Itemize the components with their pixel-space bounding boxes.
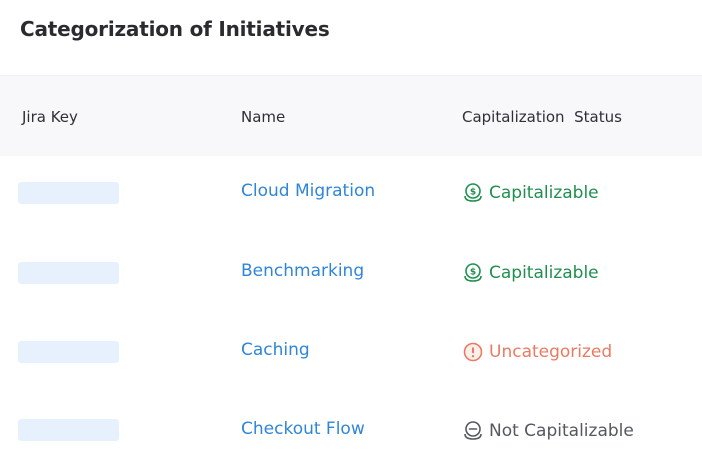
initiative-name-link[interactable]: Benchmarking xyxy=(241,261,364,281)
status-capitalizable: $ Capitalizable xyxy=(462,182,599,204)
initiative-name-link[interactable]: Caching xyxy=(241,340,310,360)
table-row: Benchmarking $ Capitalizable xyxy=(0,234,702,312)
jira-key-placeholder[interactable] xyxy=(18,262,119,284)
status-uncategorized: Uncategorized xyxy=(462,341,612,363)
svg-text:$: $ xyxy=(470,268,476,278)
column-header-name[interactable]: Name xyxy=(241,108,285,126)
status-label: Not Capitalizable xyxy=(489,421,634,441)
initiatives-page: Categorization of Initiatives Jira Key N… xyxy=(0,0,702,460)
page-title: Categorization of Initiatives xyxy=(20,17,330,41)
money-circle-icon: $ xyxy=(462,182,484,204)
jira-key-placeholder[interactable] xyxy=(18,341,119,363)
status-label: Capitalizable xyxy=(489,263,599,283)
minus-circle-icon xyxy=(462,420,484,442)
initiative-name-link[interactable]: Cloud Migration xyxy=(241,181,375,201)
table-header: Jira Key Name Capitalization Status xyxy=(0,75,702,156)
column-header-capitalization-status[interactable]: Capitalization Status xyxy=(462,108,622,126)
status-capitalizable: $ Capitalizable xyxy=(462,262,599,284)
money-circle-icon: $ xyxy=(462,262,484,284)
table-row: Caching Uncategorized xyxy=(0,313,702,391)
initiative-name-link[interactable]: Checkout Flow xyxy=(241,419,365,439)
table-row: Cloud Migration $ Capitalizable xyxy=(0,155,702,233)
status-label: Uncategorized xyxy=(489,342,613,362)
svg-text:$: $ xyxy=(470,188,476,198)
column-header-jira-key[interactable]: Jira Key xyxy=(22,108,78,126)
table-row: Checkout Flow Not Capitalizable xyxy=(0,392,702,460)
jira-key-placeholder[interactable] xyxy=(18,419,119,441)
alert-circle-icon xyxy=(462,341,484,363)
jira-key-placeholder[interactable] xyxy=(18,182,119,204)
status-not-capitalizable: Not Capitalizable xyxy=(462,420,634,442)
status-label: Capitalizable xyxy=(489,183,599,203)
